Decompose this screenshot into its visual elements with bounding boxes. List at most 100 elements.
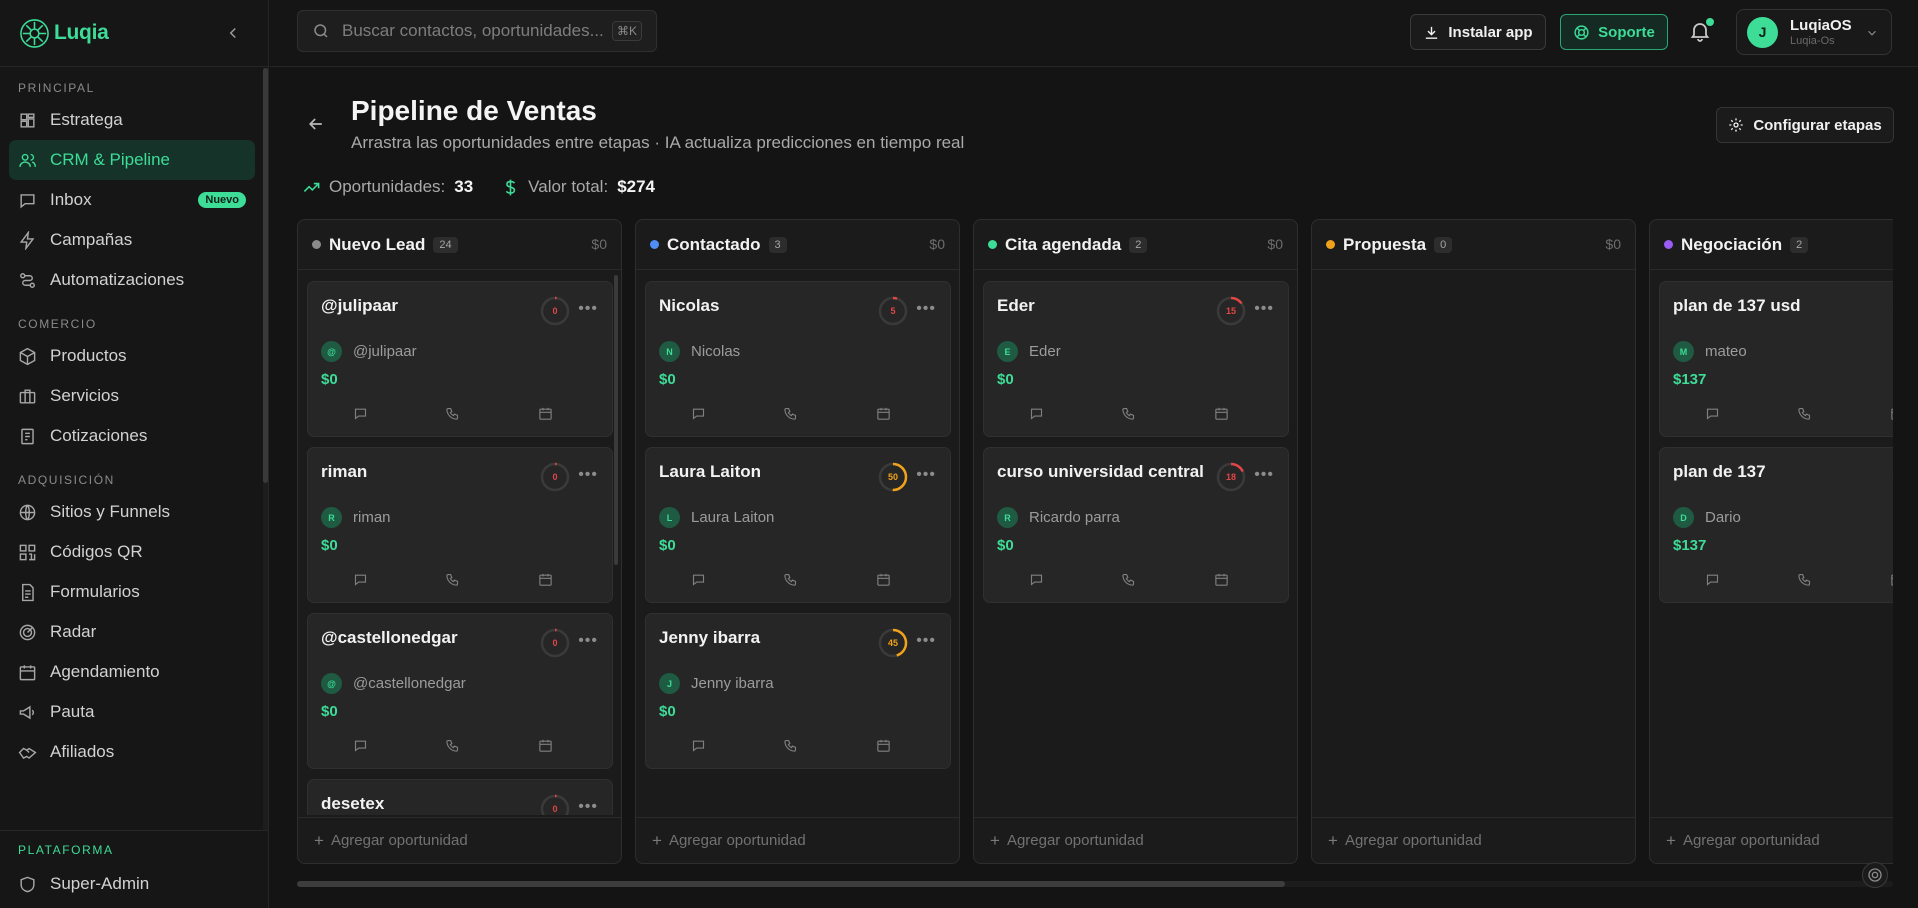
opportunity-card[interactable]: desetex 0 ••• [307,779,613,815]
search-icon [314,24,328,38]
phone-icon[interactable] [783,738,798,753]
ai-score-value: 0 [552,472,558,482]
sidebar-item-estratega[interactable]: Estratega [9,100,255,140]
calendar-icon[interactable] [876,406,891,421]
contact-name: Laura Laiton [691,509,775,526]
phone-icon[interactable] [783,406,798,421]
add-opportunity-button[interactable]: + Agregar oportunidad [636,817,959,863]
sidebar-item-productos[interactable]: Productos [9,336,255,376]
comment-icon[interactable] [353,738,368,753]
opportunity-card[interactable]: Laura Laiton 50 ••• L Laura Laiton $0 [645,447,951,603]
back-arrow-icon[interactable] [306,114,326,134]
calendar-icon[interactable] [538,572,553,587]
sidebar-item-formularios[interactable]: Formularios [9,572,255,612]
comment-icon[interactable] [353,572,368,587]
user-menu[interactable]: J LuqiaOS Luqia-Os [1736,9,1892,55]
more-options-icon[interactable]: ••• [578,466,598,484]
opportunity-card[interactable]: plan de 137•••DDario$137 [1659,447,1893,603]
comment-icon[interactable] [691,572,706,587]
phone-icon[interactable] [1797,406,1812,421]
search-input[interactable] [342,21,612,41]
sidebar-scrollbar[interactable] [263,68,268,830]
phone-icon[interactable] [1797,572,1812,587]
comment-icon[interactable] [691,406,706,421]
comment-icon[interactable] [1029,406,1044,421]
comment-icon[interactable] [1705,406,1720,421]
install-app-button[interactable]: Instalar app [1410,14,1546,50]
configure-stages-button[interactable]: Configurar etapas [1716,107,1894,143]
add-opportunity-button[interactable]: + Agregar oportunidad [1650,817,1893,863]
sidebar-item-cotizaciones[interactable]: Cotizaciones [9,416,255,456]
calendar-icon[interactable] [538,738,553,753]
opportunity-title: Eder [997,296,1035,315]
opportunity-card[interactable]: riman 0 ••• Rriman $0 [307,447,613,603]
more-options-icon[interactable]: ••• [916,632,936,650]
stage-color-dot [650,240,659,249]
more-options-icon[interactable]: ••• [578,632,598,650]
more-options-icon[interactable]: ••• [916,466,936,484]
opportunity-card[interactable]: @castellonedgar 0 ••• @ @castellonedgar $0 [307,613,613,769]
luqia-logo-icon [20,18,49,48]
phone-icon[interactable] [783,572,798,587]
sidebar-item-automatizaciones[interactable]: Automatizaciones [9,260,255,300]
sidebar-item-crm-pipeline[interactable]: CRM & Pipeline [9,140,255,180]
calendar-icon[interactable] [1890,406,1893,421]
calendar-icon[interactable] [876,738,891,753]
calendar-icon[interactable] [876,572,891,587]
comment-icon[interactable] [1029,572,1044,587]
sidebar-item-campanas[interactable]: Campañas [9,220,255,260]
opportunity-card[interactable]: curso universidad central 18 ••• R Ricardo p… [983,447,1289,603]
add-opportunity-button[interactable]: + Agregar oportunidad [298,817,621,863]
ai-score-value: 0 [552,638,558,648]
sidebar-item-agendamiento[interactable]: Agendamiento [9,652,255,692]
column-scrollbar[interactable] [614,275,618,565]
sidebar-item-servicios[interactable]: Servicios [9,376,255,416]
column-cards: @julipaar 0 ••• @ @julipaar $0 riman 0 ••• Rriman… [298,271,621,815]
notifications-button[interactable] [1688,18,1714,43]
comment-icon[interactable] [1705,572,1720,587]
comment-icon[interactable] [691,738,706,753]
add-opportunity-label: Agregar oportunidad [1006,832,1144,849]
sidebar-item-super-admin[interactable]: Super-Admin [9,864,260,904]
board-horizontal-scrollbar[interactable] [297,881,1893,887]
support-button[interactable]: Soporte [1560,14,1668,50]
ai-score-ring: 0 [539,295,571,327]
opportunity-card[interactable]: plan de 137 usd•••Mmateo$137 [1659,281,1893,437]
sidebar-item-codigos-qr[interactable]: Códigos QR [9,532,255,572]
help-button[interactable] [1862,862,1888,888]
search-box[interactable]: ⌘K [297,10,657,52]
sidebar-item-pauta[interactable]: Pauta [9,692,255,732]
calendar-icon[interactable] [1214,572,1229,587]
phone-icon[interactable] [1121,406,1136,421]
add-opportunity-button[interactable]: + Agregar oportunidad [1312,817,1635,863]
ai-score-value: 5 [890,306,896,316]
contact-avatar: @ [321,673,342,694]
comment-icon[interactable] [353,406,368,421]
sidebar-item-label: Cotizaciones [50,426,148,445]
opportunity-card[interactable]: Nicolas 5 ••• N Nicolas $0 [645,281,951,437]
sidebar-item-radar[interactable]: Radar [9,612,255,652]
more-options-icon[interactable]: ••• [578,300,598,318]
calendar-icon[interactable] [1214,406,1229,421]
opportunity-card[interactable]: @julipaar 0 ••• @ @julipaar $0 [307,281,613,437]
phone-icon[interactable] [445,406,460,421]
sidebar-item-label: Radar [50,622,97,641]
more-options-icon[interactable]: ••• [1254,466,1274,484]
phone-icon[interactable] [1121,572,1136,587]
opportunity-title: Nicolas [659,296,720,315]
collapse-sidebar-icon[interactable] [224,24,242,42]
more-options-icon[interactable]: ••• [916,300,936,318]
phone-icon[interactable] [445,572,460,587]
more-options-icon[interactable]: ••• [1254,300,1274,318]
sidebar-item-inbox[interactable]: Inbox Nuevo [9,180,255,220]
add-opportunity-button[interactable]: + Agregar oportunidad [974,817,1297,863]
sidebar-item-afiliados[interactable]: Afiliados [9,732,255,772]
sidebar-item-sitios-y-funnels[interactable]: Sitios y Funnels [9,492,255,532]
pipeline-stats: Oportunidades: 33 Valor total: $274 [302,177,655,197]
more-options-icon[interactable]: ••• [578,798,598,815]
calendar-icon[interactable] [538,406,553,421]
calendar-icon[interactable] [1890,572,1893,587]
opportunity-card[interactable]: Eder 15 ••• E Eder $0 [983,281,1289,437]
opportunity-card[interactable]: Jenny ibarra 45 ••• J Jenny ibarra $0 [645,613,951,769]
phone-icon[interactable] [445,738,460,753]
